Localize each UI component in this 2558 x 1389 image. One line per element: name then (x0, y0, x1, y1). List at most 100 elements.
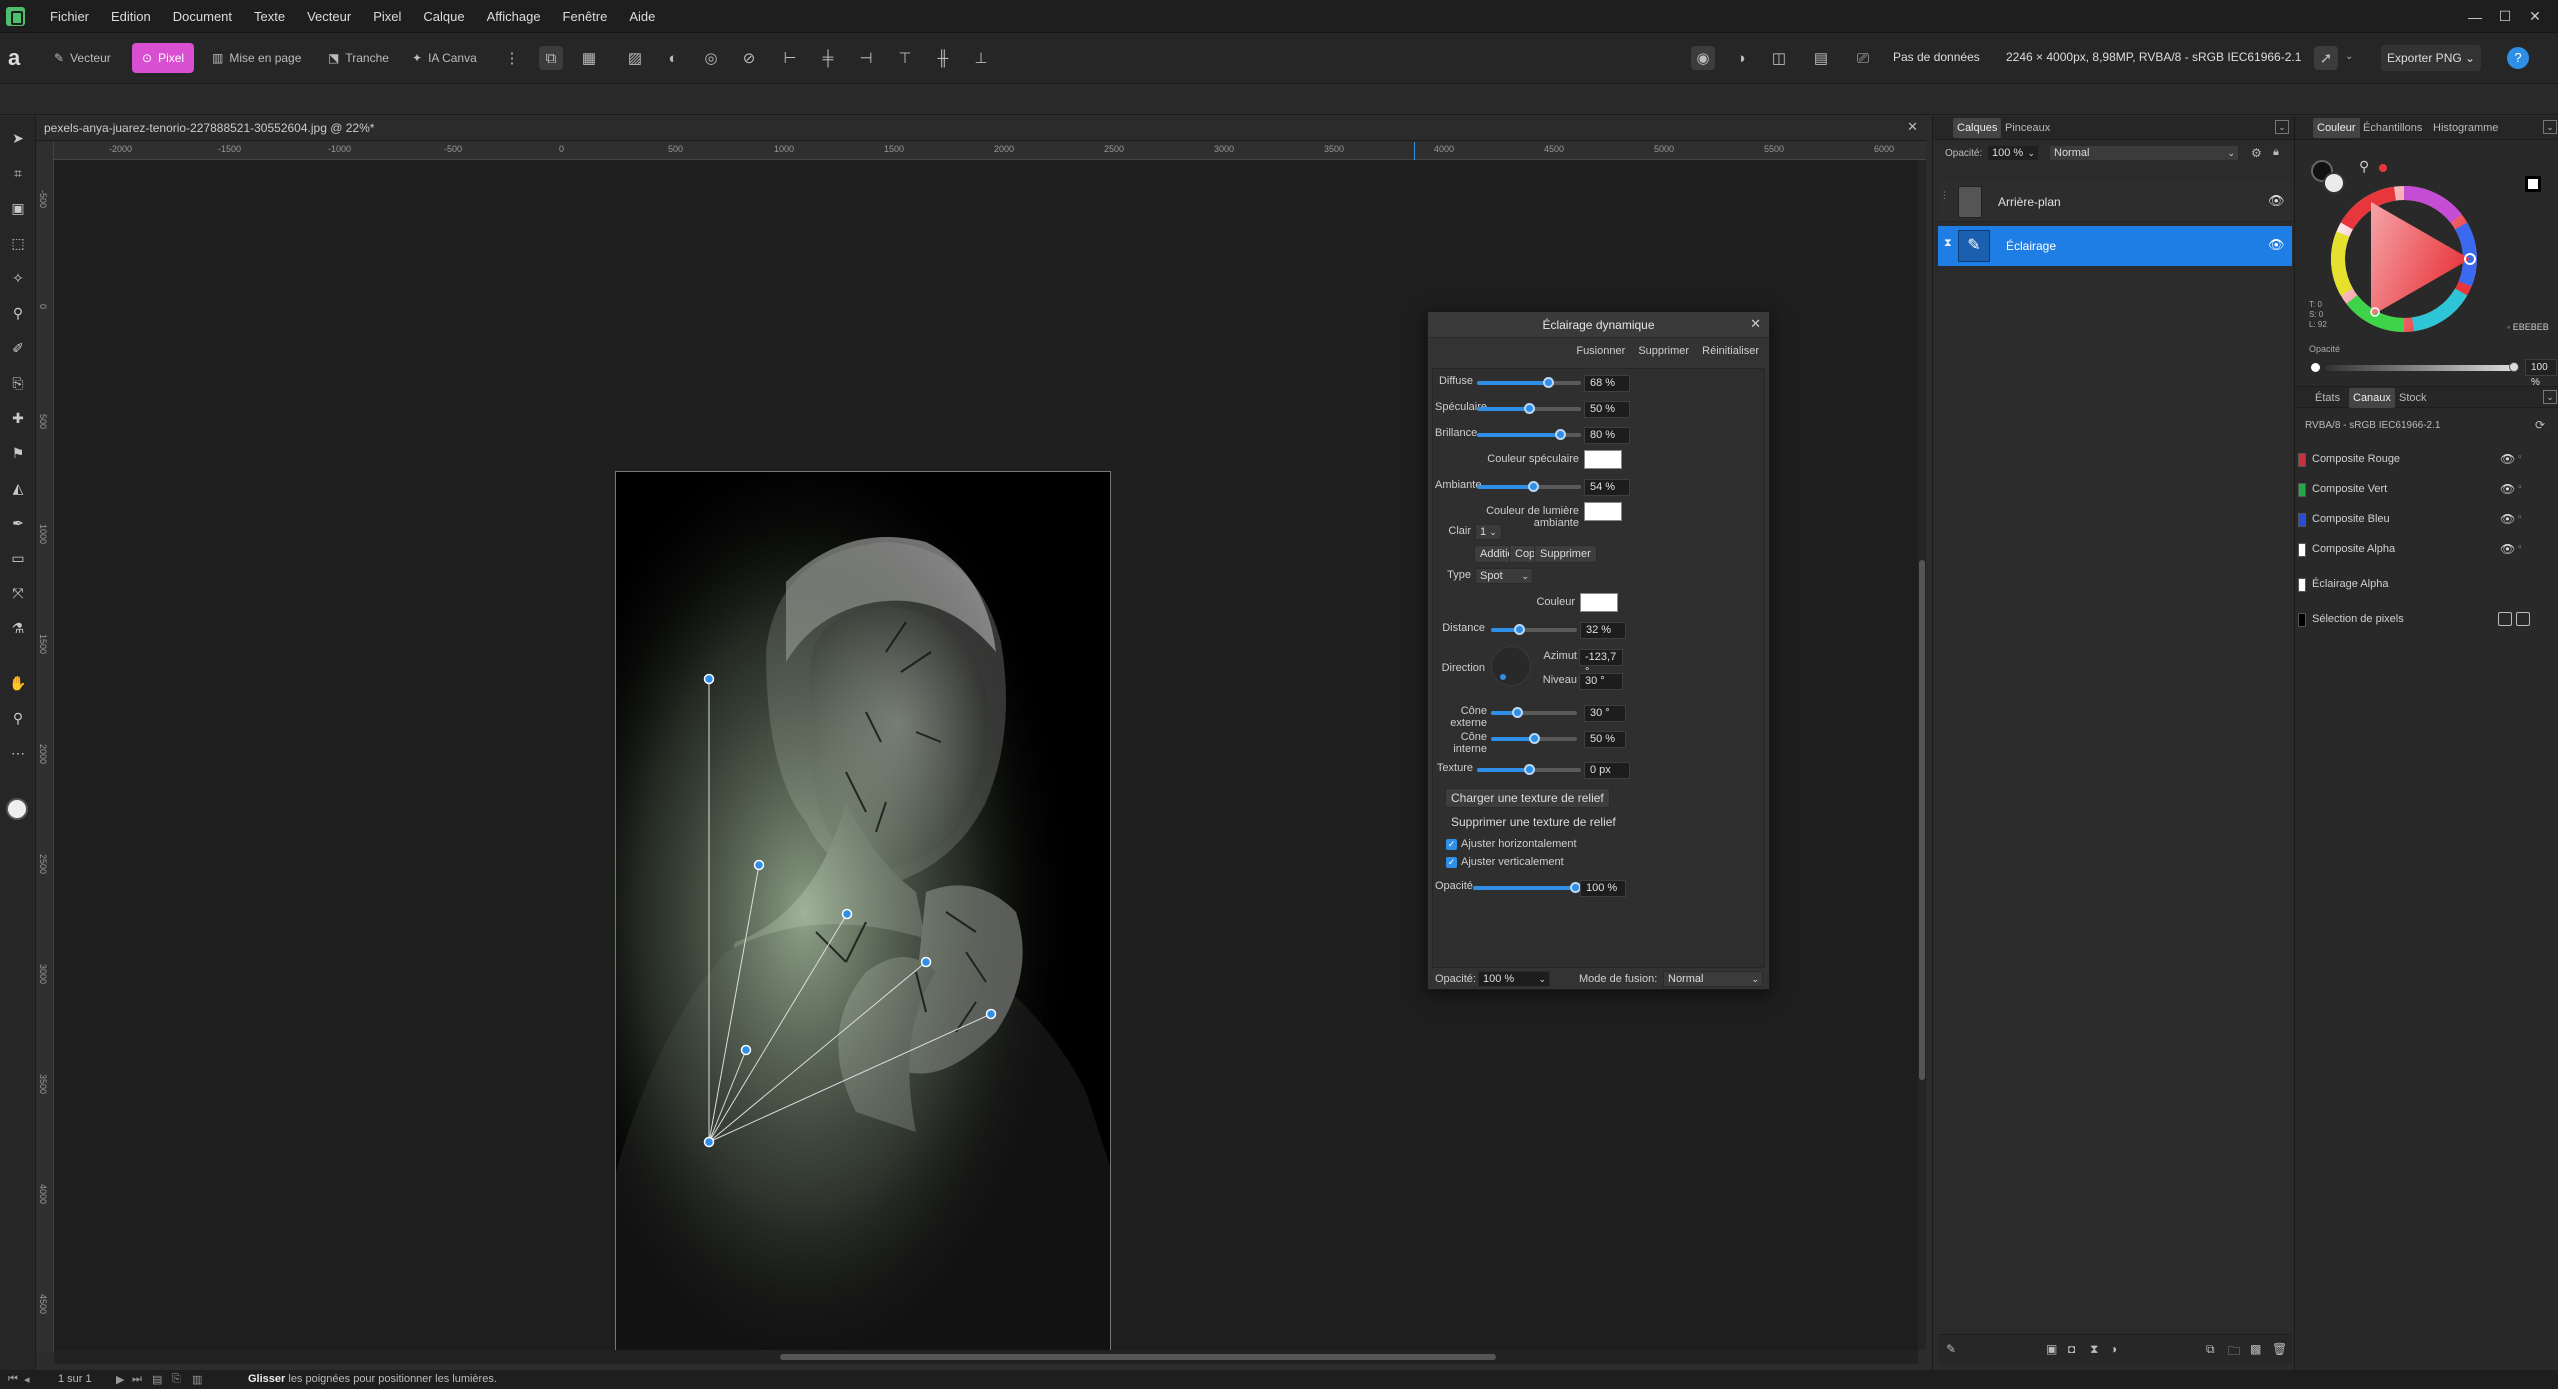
align-center-icon[interactable]: ╪ (816, 46, 840, 70)
eyedropper-tool-icon[interactable]: ⚗ (6, 616, 30, 640)
color-opacity-knob[interactable] (2509, 362, 2519, 372)
persona-vecteur[interactable]: ✎ Vecteur (44, 43, 121, 73)
marquee-tool-icon[interactable]: ⬚ (6, 231, 30, 255)
diffuse-value[interactable]: 68 % (1584, 375, 1630, 392)
pipette-tool-icon[interactable]: ⚲ (6, 301, 30, 325)
align-middle-icon[interactable]: ╫ (931, 46, 955, 70)
close-document-icon[interactable]: ✕ (1907, 119, 1918, 135)
adjustment-icon[interactable]: ⧗ (2090, 1342, 2098, 1357)
page-thumbs-icon[interactable]: ▤ (152, 1373, 162, 1386)
add-pixel-layer-icon[interactable]: ⧉ (2206, 1342, 2215, 1357)
supprimer-light-button[interactable]: Supprimer (1534, 545, 1597, 563)
mask-layer-icon[interactable]: ▣ (2046, 1342, 2057, 1356)
tab-histogramme[interactable]: Histogramme (2433, 118, 2498, 138)
horizontal-scrollbar[interactable] (54, 1350, 1918, 1364)
horizontal-scroll-thumb[interactable] (780, 1354, 1496, 1360)
tab-stock[interactable]: Stock (2399, 388, 2427, 408)
layer-settings-icon[interactable]: ⚙ (2251, 146, 2262, 160)
align-right-icon[interactable]: ⊣ (854, 46, 878, 70)
panel-menu-icon[interactable]: ⌄ (2543, 120, 2557, 134)
specular-color-swatch[interactable] (1584, 450, 1622, 469)
hand-tool-icon[interactable]: ✋ (6, 671, 30, 695)
document-tab[interactable]: pexels-anya-juarez-tenorio-227888521-305… (36, 116, 1926, 141)
light-color-swatch[interactable] (1580, 593, 1618, 612)
fill-tool-icon[interactable]: ◭ (6, 476, 30, 500)
image-icon[interactable]: ▨ (623, 46, 647, 70)
more-icon[interactable]: ⋮ (500, 46, 524, 70)
vertical-scroll-thumb[interactable] (1919, 560, 1925, 1080)
visibility-eye-icon[interactable]: 👁︎ (2500, 542, 2515, 556)
mirror-view-icon[interactable]: ◫ (1767, 46, 1791, 70)
minimize-icon[interactable]: — (2460, 9, 2490, 25)
light-handle[interactable] (703, 673, 715, 685)
shape-tool-icon[interactable]: ▭ (6, 546, 30, 570)
cone-interne-slider[interactable] (1491, 733, 1577, 744)
tab-etats[interactable]: États (2315, 388, 2340, 408)
color-opacity-slider[interactable] (2325, 365, 2515, 371)
distance-value[interactable]: 32 % (1580, 622, 1626, 639)
save-selection-icon[interactable] (2516, 612, 2530, 626)
lock-icon[interactable]: ▫ (2518, 542, 2522, 553)
load-selection-icon[interactable] (2498, 612, 2512, 626)
mask-icon[interactable]: ⊘ (737, 46, 761, 70)
clair-select[interactable]: 1 ⌄ (1475, 524, 1502, 540)
lock-icon[interactable]: ▫ (2518, 482, 2522, 493)
adjust-icon[interactable]: ◐ (661, 46, 685, 70)
metadata-icon[interactable]: ⎚ (1851, 46, 1875, 70)
healing-tool-icon[interactable]: ✚ (6, 406, 30, 430)
persona-ia-canva[interactable]: ✦ IA Canva (402, 43, 487, 73)
persona-pixel[interactable]: ⊙ Pixel (132, 43, 195, 73)
split-view-icon[interactable]: ◑ (1729, 46, 1753, 70)
last-page-icon[interactable]: ⏭ (132, 1373, 142, 1386)
filter-icon[interactable]: ◎ (699, 46, 723, 70)
channel-row-red[interactable]: Composite Rouge 👁︎ ▫ (2294, 449, 2558, 471)
channel-row-pixel-selection[interactable]: Sélection de pixels (2294, 609, 2558, 631)
light-handle[interactable] (753, 859, 765, 871)
tab-calques[interactable]: Calques (1953, 118, 2002, 138)
layer-row-background[interactable]: ⋮ Arrière-plan 👁︎ (1938, 182, 2292, 222)
delete-layer-icon[interactable]: 🗑︎ (2272, 1342, 2287, 1356)
layer-opacity-field[interactable]: 100 % ⌄ (1987, 145, 2039, 161)
slice-tool-icon[interactable]: ▣ (6, 196, 30, 220)
color-opacity-value[interactable]: 100 % (2525, 359, 2557, 388)
crop-tool-icon[interactable]: ⌗ (6, 161, 30, 185)
brillance-slider[interactable] (1477, 429, 1581, 440)
type-select[interactable]: Spot ⌄ (1475, 568, 1533, 584)
transform-tool-icon[interactable]: ⤧ (6, 581, 30, 605)
copy-icon[interactable]: ⎘ (172, 1373, 181, 1386)
visibility-eye-icon[interactable]: 👁︎ (2268, 193, 2285, 209)
tab-pinceaux[interactable]: Pinceaux (2005, 118, 2050, 138)
export-png-button[interactable]: Exporter PNG ⌄ (2381, 45, 2482, 71)
tab-canaux[interactable]: Canaux (2349, 388, 2395, 408)
opacite-slider[interactable] (1473, 882, 1581, 893)
menu-document[interactable]: Document (173, 9, 232, 24)
channel-row-alpha[interactable]: Composite Alpha 👁︎ ▫ (2294, 539, 2558, 561)
affinity-logo-icon[interactable]: a (8, 45, 32, 71)
share-icon[interactable]: ➚ (2314, 46, 2338, 70)
previous-page-icon[interactable]: ◂ (24, 1373, 30, 1386)
vertical-scrollbar[interactable] (1918, 160, 1926, 1350)
trash-icon[interactable]: ▥ (192, 1373, 202, 1386)
visibility-eye-icon[interactable]: 👁︎ (2500, 452, 2515, 466)
tab-echantillons[interactable]: Échantillons (2363, 118, 2422, 138)
align-left-icon[interactable]: ⊢ (778, 46, 802, 70)
group-icon[interactable]: 🗀︎ (2228, 1342, 2240, 1363)
maximize-icon[interactable]: ☐ (2490, 8, 2520, 25)
align-top-icon[interactable]: ⊤ (893, 46, 917, 70)
hex-value[interactable]: ◦ EBEBEB (2507, 322, 2549, 332)
visibility-eye-icon[interactable]: 👁︎ (2500, 512, 2515, 526)
niveau-value[interactable]: 30 ° (1579, 673, 1623, 690)
fusionner-button[interactable]: Fusionner (1576, 345, 1625, 357)
portrait-photo[interactable] (615, 471, 1111, 1353)
share-chevron-icon[interactable]: ⌄ (2345, 51, 2353, 62)
cone-externe-value[interactable]: 30 ° (1584, 705, 1626, 722)
load-texture-button[interactable]: Charger une texture de relief (1445, 788, 1610, 808)
ambient-color-swatch[interactable] (1584, 502, 1622, 521)
light-handle[interactable] (740, 1044, 752, 1056)
footer-blend-select[interactable]: Normal ⌄ (1663, 971, 1763, 987)
menu-fenetre[interactable]: Fenêtre (563, 9, 608, 24)
persona-mise-en-page[interactable]: ▥ Mise en page (202, 43, 311, 73)
move-tool-icon[interactable]: ➤ (6, 126, 30, 150)
more-tools-icon[interactable]: ⋯ (6, 741, 30, 765)
persona-tranche[interactable]: ⬔ Tranche (318, 43, 399, 73)
